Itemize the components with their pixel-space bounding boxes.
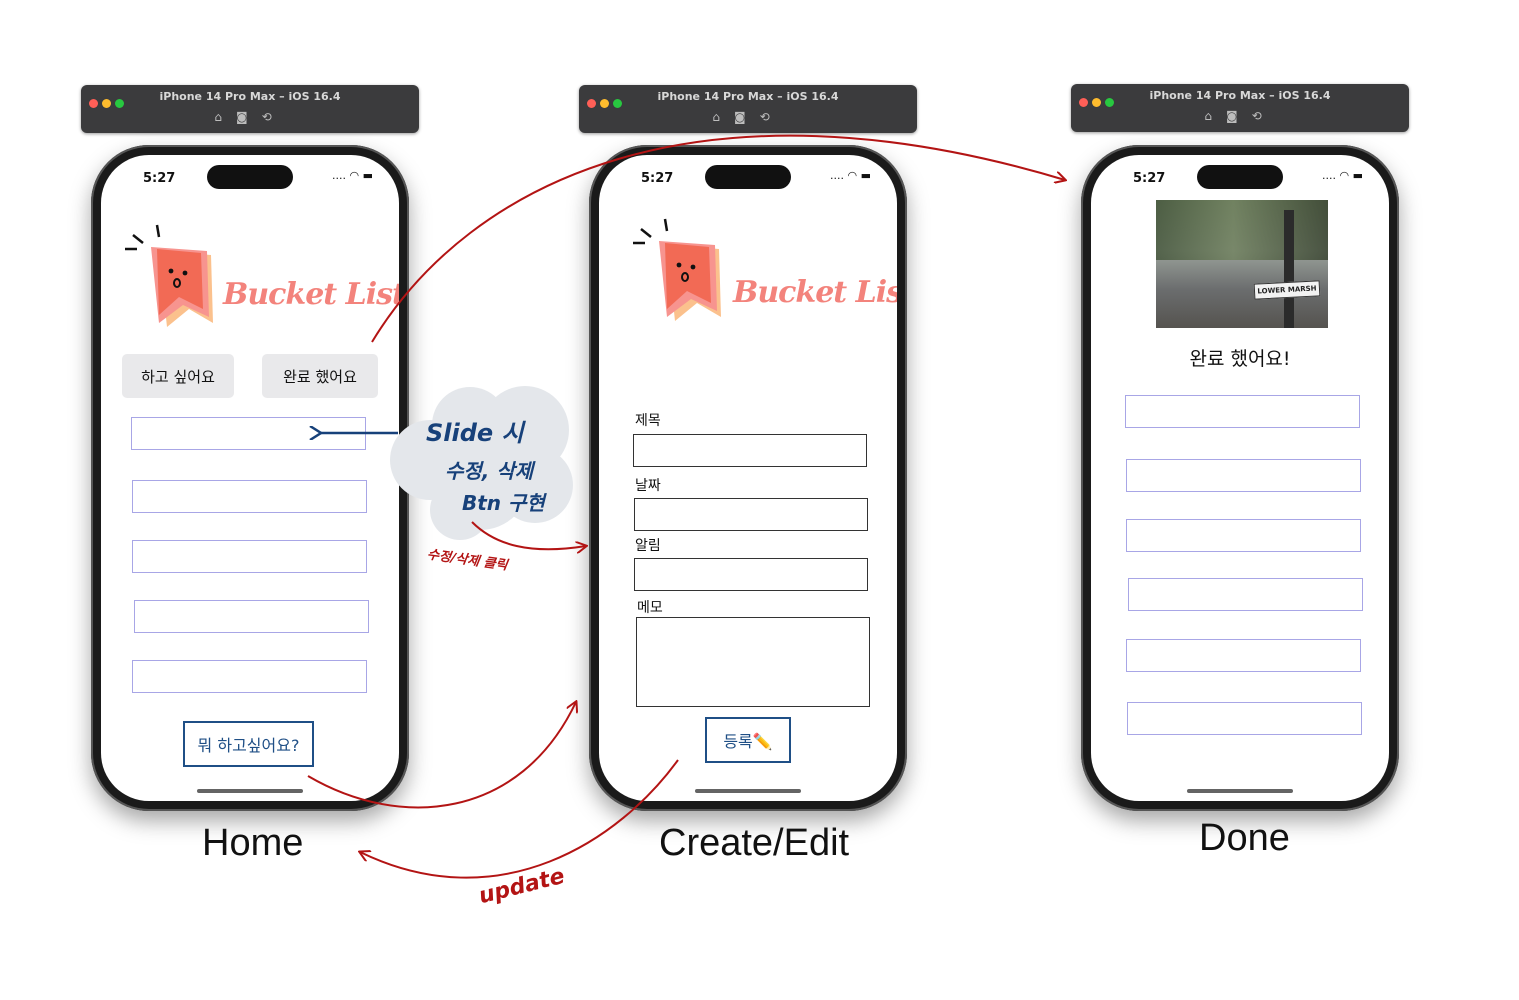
annotation-overlay (307, 134, 1519, 879)
cloud-note-line3: Btn 구현 (462, 491, 545, 515)
arrow-home-to-done (371, 134, 1065, 343)
cloud-note-line1: Slide 시 (426, 419, 524, 447)
cloud-note-line2: 수정, 삭제 (445, 459, 534, 483)
arrow-update-to-home (360, 759, 679, 879)
arrow-add-to-edit (307, 702, 576, 809)
